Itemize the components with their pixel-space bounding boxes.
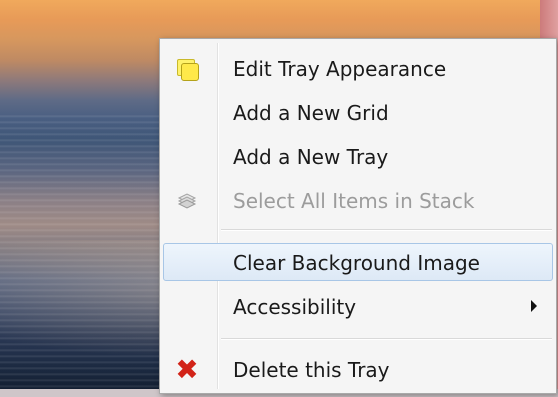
menu-item-accessibility[interactable]: Accessibility [163, 287, 553, 325]
menu-item-label: Select All Items in Stack [233, 189, 475, 213]
menu-item-add-new-tray[interactable]: Add a New Tray [163, 137, 553, 175]
menu-item-label: Clear Background Image [233, 251, 480, 275]
menu-item-edit-tray-appearance[interactable]: Edit Tray Appearance [163, 49, 553, 87]
sticky-notes-icon [175, 57, 199, 81]
menu-item-label: Add a New Tray [233, 145, 389, 169]
delete-x-icon: ✖ [175, 353, 199, 386]
menu-item-label: Accessibility [233, 295, 357, 319]
menu-separator [221, 338, 552, 340]
menu-item-label: Edit Tray Appearance [233, 57, 447, 81]
menu-item-clear-background-image[interactable]: Clear Background Image [163, 243, 553, 281]
menu-item-select-all-items-in-stack[interactable]: Select All Items in Stack [163, 181, 553, 219]
submenu-arrow-icon [531, 300, 537, 312]
menu-item-add-new-grid[interactable]: Add a New Grid [163, 93, 553, 131]
menu-item-delete-tray[interactable]: ✖ Delete this Tray [163, 350, 553, 388]
menu-separator [221, 229, 552, 231]
menu-item-label: Delete this Tray [233, 358, 390, 382]
stack-icon [175, 189, 199, 213]
context-menu: Edit Tray Appearance Add a New Grid Add … [159, 38, 557, 394]
menu-item-label: Add a New Grid [233, 101, 389, 125]
